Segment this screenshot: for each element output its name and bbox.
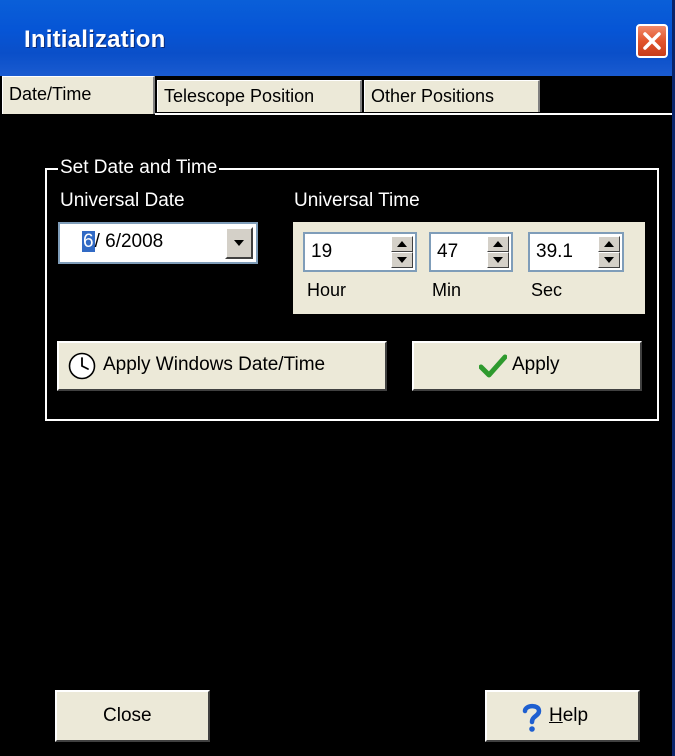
sec-spin-buttons bbox=[598, 236, 620, 268]
close-button[interactable]: Close bbox=[55, 690, 210, 742]
min-value: 47 bbox=[437, 241, 459, 262]
date-dropdown-button[interactable] bbox=[225, 227, 253, 259]
sec-value: 39.1 bbox=[536, 241, 573, 262]
title-bar[interactable]: Initialization bbox=[0, 0, 672, 76]
tab-telescope-position-label: Telescope Position bbox=[164, 86, 315, 106]
universal-date-picker[interactable]: 6/ 6/2008 bbox=[58, 222, 258, 264]
tab-divider bbox=[155, 113, 672, 115]
arrow-down-icon bbox=[493, 257, 503, 263]
sec-spinner[interactable]: 39.1 bbox=[528, 232, 624, 272]
min-spinner[interactable]: 47 bbox=[429, 232, 513, 272]
universal-time-panel: 19 47 39.1 Hour Min Sec bbox=[293, 222, 645, 314]
help-label-rest: elp bbox=[562, 705, 589, 726]
tab-other-positions-label: Other Positions bbox=[371, 86, 495, 106]
hour-down-button[interactable] bbox=[391, 252, 413, 268]
apply-button[interactable]: Apply bbox=[412, 341, 642, 391]
apply-windows-date-time-label: Apply Windows Date/Time bbox=[103, 354, 326, 375]
arrow-down-icon bbox=[397, 257, 407, 263]
close-label: Close bbox=[103, 705, 152, 726]
date-rest: / 6/2008 bbox=[94, 231, 164, 252]
chevron-down-icon bbox=[234, 240, 244, 246]
question-mark-icon bbox=[522, 703, 542, 732]
sec-label: Sec bbox=[531, 280, 563, 300]
window-title: Initialization bbox=[24, 26, 166, 53]
help-button[interactable]: Help bbox=[485, 690, 640, 742]
initialization-window: Initialization Date/Time Telescope Posit… bbox=[0, 0, 675, 756]
sec-up-button[interactable] bbox=[598, 236, 620, 252]
min-label: Min bbox=[432, 280, 462, 300]
arrow-up-icon bbox=[604, 241, 614, 247]
min-down-button[interactable] bbox=[487, 252, 509, 268]
clock-icon bbox=[68, 352, 96, 380]
arrow-down-icon bbox=[604, 257, 614, 263]
sec-down-button[interactable] bbox=[598, 252, 620, 268]
window-close-button[interactable] bbox=[636, 24, 668, 58]
min-up-button[interactable] bbox=[487, 236, 509, 252]
apply-label: Apply bbox=[512, 354, 560, 375]
apply-windows-date-time-button[interactable]: Apply Windows Date/Time bbox=[57, 341, 387, 391]
arrow-up-icon bbox=[493, 241, 503, 247]
close-x-icon bbox=[643, 32, 661, 50]
help-label-accel: H bbox=[549, 705, 563, 726]
date-selected-part: 6 bbox=[82, 231, 95, 252]
universal-time-label: Universal Time bbox=[294, 190, 420, 211]
date-value: 6/ 6/2008 bbox=[82, 231, 163, 253]
checkmark-icon bbox=[479, 354, 507, 378]
help-label: Help bbox=[549, 705, 588, 727]
group-legend: Set Date and Time bbox=[58, 157, 220, 179]
tab-strip: Date/Time Telescope Position Other Posit… bbox=[0, 76, 672, 116]
hour-label: Hour bbox=[307, 280, 347, 300]
tab-date-time[interactable]: Date/Time bbox=[2, 76, 155, 114]
hour-up-button[interactable] bbox=[391, 236, 413, 252]
tab-other-positions[interactable]: Other Positions bbox=[364, 80, 540, 112]
min-spin-buttons bbox=[487, 236, 509, 268]
tab-date-time-label: Date/Time bbox=[9, 84, 92, 104]
universal-date-label: Universal Date bbox=[60, 190, 185, 211]
arrow-up-icon bbox=[397, 241, 407, 247]
hour-spin-buttons bbox=[391, 236, 413, 268]
hour-value: 19 bbox=[311, 241, 333, 262]
tab-telescope-position[interactable]: Telescope Position bbox=[157, 80, 362, 112]
hour-spinner[interactable]: 19 bbox=[303, 232, 417, 272]
